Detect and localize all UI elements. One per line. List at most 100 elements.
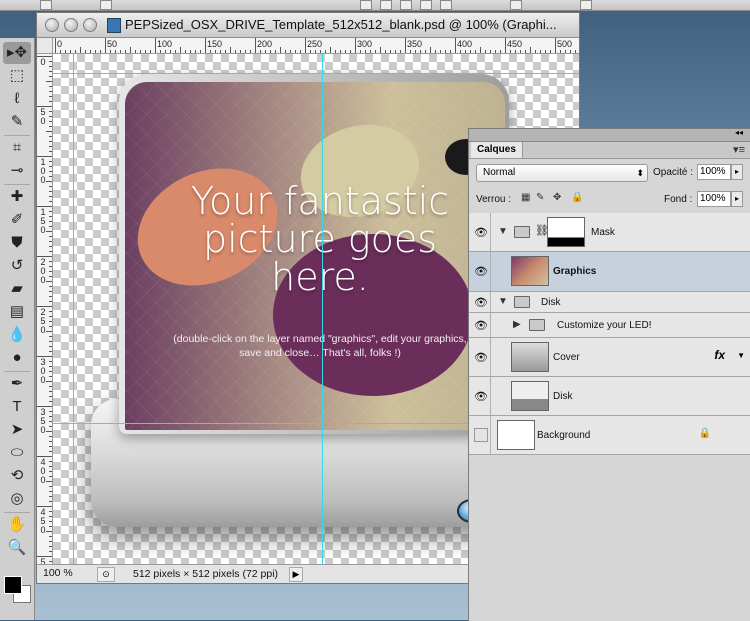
options-align-icon[interactable]: [420, 0, 432, 10]
layer-row-cover[interactable]: 👁 Cover fx ▼: [469, 338, 750, 377]
ruler-origin[interactable]: [37, 38, 53, 54]
crop-tool-icon[interactable]: ⌗: [3, 137, 31, 159]
options-align-icon[interactable]: [580, 0, 592, 10]
type-tool-icon[interactable]: T: [3, 396, 31, 418]
fill-field[interactable]: 100%: [697, 191, 731, 207]
lock-position-icon[interactable]: ✥: [553, 192, 561, 203]
dodge-tool-icon[interactable]: ●: [3, 347, 31, 369]
visibility-eye-icon[interactable]: 👁: [472, 377, 491, 415]
tab-calques[interactable]: Calques: [471, 142, 523, 158]
zoom-tool-icon[interactable]: 🔍: [3, 537, 31, 559]
document-titlebar[interactable]: PEPSized_OSX_DRIVE_Template_512x512_blan…: [37, 13, 579, 38]
panel-dock-bar[interactable]: ◂◂: [469, 128, 750, 142]
ruler-minor-tick: [450, 50, 451, 53]
smart-object-thumbnail[interactable]: [511, 256, 549, 286]
lasso-tool-icon[interactable]: ℓ: [3, 88, 31, 110]
visibility-eye-icon[interactable]: 👁: [472, 252, 491, 291]
zoom-window-button[interactable]: [83, 18, 97, 32]
lock-all-icon[interactable]: 🔒: [571, 192, 583, 203]
ruler-minor-tick: [215, 50, 216, 53]
layer-row-background[interactable]: Background 🔒: [469, 416, 750, 455]
vertical-ruler[interactable]: 05 01 0 01 5 02 0 02 5 03 0 03 5 04 0 04…: [37, 54, 53, 564]
close-window-button[interactable]: [45, 18, 59, 32]
collapsed-triangle-icon[interactable]: ▶: [513, 319, 521, 330]
ruler-minor-tick: [49, 351, 52, 352]
ruler-minor-tick: [49, 126, 52, 127]
visibility-toggle-off[interactable]: [472, 416, 491, 454]
layer-thumbnail[interactable]: [511, 342, 549, 372]
3d-rotate-tool-icon[interactable]: ⟲: [3, 465, 31, 487]
ruler-tick-label: 350: [407, 39, 423, 49]
opacity-field[interactable]: 100%: [697, 164, 731, 180]
visibility-eye-icon[interactable]: 👁: [472, 338, 491, 376]
layer-row-disk-group[interactable]: 👁 ▼ Disk: [469, 292, 750, 313]
ruler-minor-tick: [49, 421, 52, 422]
hand-tool-icon[interactable]: ✋: [3, 514, 31, 536]
eyedropper-tool-icon[interactable]: ⊸: [3, 160, 31, 182]
ruler-minor-tick: [49, 366, 52, 367]
eraser-tool-icon[interactable]: ▰: [3, 278, 31, 300]
quick-selection-tool-icon[interactable]: ✎: [3, 111, 31, 133]
lock-transparency-icon[interactable]: ▦: [521, 192, 530, 203]
expand-effects-icon[interactable]: ▼: [737, 351, 745, 360]
layer-row-disk[interactable]: 👁 Disk: [469, 377, 750, 416]
options-align-icon[interactable]: [360, 0, 372, 10]
visibility-eye-icon[interactable]: 👁: [472, 292, 491, 312]
layer-row-mask[interactable]: 👁 ▼ ⛓ Mask: [469, 213, 750, 252]
layer-thumbnail[interactable]: [511, 381, 549, 411]
collapse-panel-icon[interactable]: ◂◂: [735, 128, 743, 137]
lock-pixels-icon[interactable]: ✎: [536, 192, 544, 203]
options-align-icon[interactable]: [400, 0, 412, 10]
path-selection-tool-icon[interactable]: ➤: [3, 419, 31, 441]
layer-thumbnail[interactable]: [497, 420, 535, 450]
opacity-dropdown-icon[interactable]: ▸: [731, 164, 743, 180]
layer-effects-icon[interactable]: fx: [714, 348, 725, 362]
zoom-level-field[interactable]: 100 %: [43, 567, 93, 580]
expand-triangle-icon[interactable]: ▼: [498, 296, 508, 307]
visibility-eye-icon[interactable]: 👁: [472, 313, 491, 337]
status-menu-arrow[interactable]: ▶: [289, 567, 303, 582]
pen-tool-icon[interactable]: ✒: [3, 373, 31, 395]
fill-dropdown-icon[interactable]: ▸: [731, 191, 743, 207]
ruler-minor-tick: [49, 466, 52, 467]
ruler-minor-tick: [49, 441, 52, 442]
tools-separator: [4, 512, 30, 513]
blur-tool-icon[interactable]: 💧: [3, 324, 31, 346]
ruler-minor-tick: [49, 391, 52, 392]
ruler-minor-tick: [375, 50, 376, 53]
layer-row-customize-led[interactable]: 👁 ▶ Customize your LED!: [469, 313, 750, 338]
options-align-icon[interactable]: [380, 0, 392, 10]
options-align-icon[interactable]: [510, 0, 522, 10]
status-info-icon[interactable]: ⊙: [97, 567, 115, 582]
options-align-icon[interactable]: [440, 0, 452, 10]
healing-tool-icon[interactable]: ✚: [3, 186, 31, 208]
gradient-tool-icon[interactable]: ▤: [3, 301, 31, 323]
history-brush-tool-icon[interactable]: ↺: [3, 255, 31, 277]
visibility-eye-icon[interactable]: 👁: [472, 213, 491, 251]
move-tool-icon[interactable]: ▸✥: [3, 42, 31, 64]
guide-horizontal[interactable]: [53, 73, 579, 74]
stamp-tool-icon[interactable]: ⛊: [3, 232, 31, 254]
ruler-minor-tick: [195, 50, 196, 53]
ruler-major-tick: [555, 38, 556, 53]
mask-thumbnail[interactable]: [547, 217, 585, 247]
options-checkbox[interactable]: [40, 0, 52, 10]
3d-orbit-tool-icon[interactable]: ◎: [3, 488, 31, 510]
shape-tool-icon[interactable]: ⬭: [3, 442, 31, 464]
guide-vertical[interactable]: [322, 54, 323, 564]
options-checkbox[interactable]: [100, 0, 112, 10]
horizontal-ruler[interactable]: 0 50 100 150 200 250 300 350 400 450 500: [53, 38, 579, 54]
brush-tool-icon[interactable]: ✐: [3, 209, 31, 231]
blend-mode-select[interactable]: Normal ⬍: [476, 164, 648, 182]
ruler-minor-tick: [90, 50, 91, 53]
panel-menu-icon[interactable]: ▾≡: [733, 143, 745, 156]
expand-triangle-icon[interactable]: ▼: [498, 226, 508, 237]
guide-vertical[interactable]: [73, 54, 74, 564]
foreground-color-swatch[interactable]: [4, 576, 22, 594]
layer-name: Graphics: [553, 266, 597, 277]
ruler-minor-tick: [49, 121, 52, 122]
minimize-window-button[interactable]: [64, 18, 78, 32]
marquee-tool-icon[interactable]: ⬚: [3, 65, 31, 87]
ruler-minor-tick: [480, 47, 481, 53]
layer-row-graphics[interactable]: 👁 Graphics: [469, 252, 750, 292]
